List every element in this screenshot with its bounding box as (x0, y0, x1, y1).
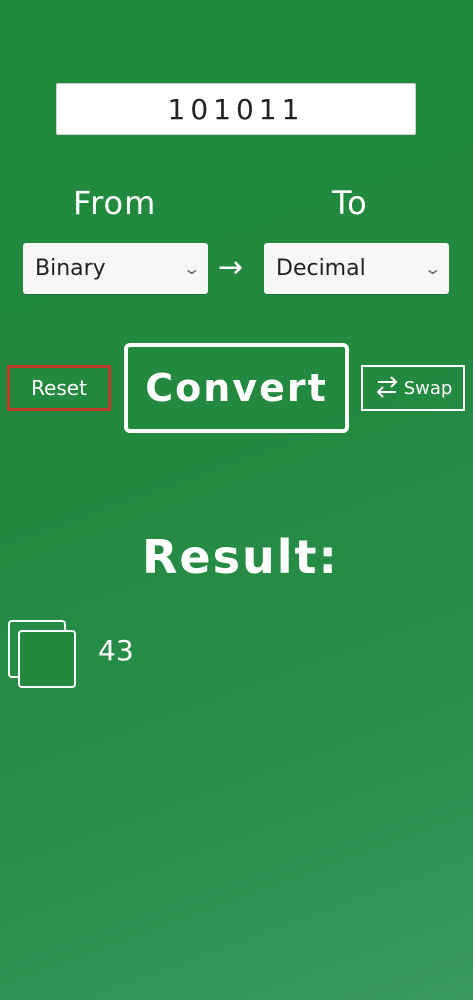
to-select-value: Decimal (276, 256, 366, 281)
swap-button-label: Swap (403, 377, 453, 399)
reset-button-label: Reset (31, 376, 87, 400)
to-label: To (332, 184, 368, 222)
chevron-down-icon: ⌄ (422, 259, 442, 278)
from-label: From (73, 184, 157, 222)
swap-button[interactable]: Swap (361, 365, 465, 411)
reset-button[interactable]: Reset (7, 365, 111, 411)
from-select-value: Binary (35, 256, 106, 281)
copy-icon[interactable] (6, 618, 80, 690)
chevron-down-icon: ⌄ (181, 259, 201, 278)
convert-button[interactable]: Convert (124, 343, 349, 433)
right-arrow-icon: → (218, 250, 244, 285)
result-value: 43 (98, 634, 134, 667)
swap-arrows-icon (374, 374, 400, 403)
convert-button-label: Convert (145, 366, 328, 410)
to-select[interactable]: Decimal ⌄ (264, 243, 449, 294)
result-title: Result: (142, 530, 339, 584)
number-input[interactable] (56, 83, 416, 135)
from-select[interactable]: Binary ⌄ (23, 243, 208, 294)
